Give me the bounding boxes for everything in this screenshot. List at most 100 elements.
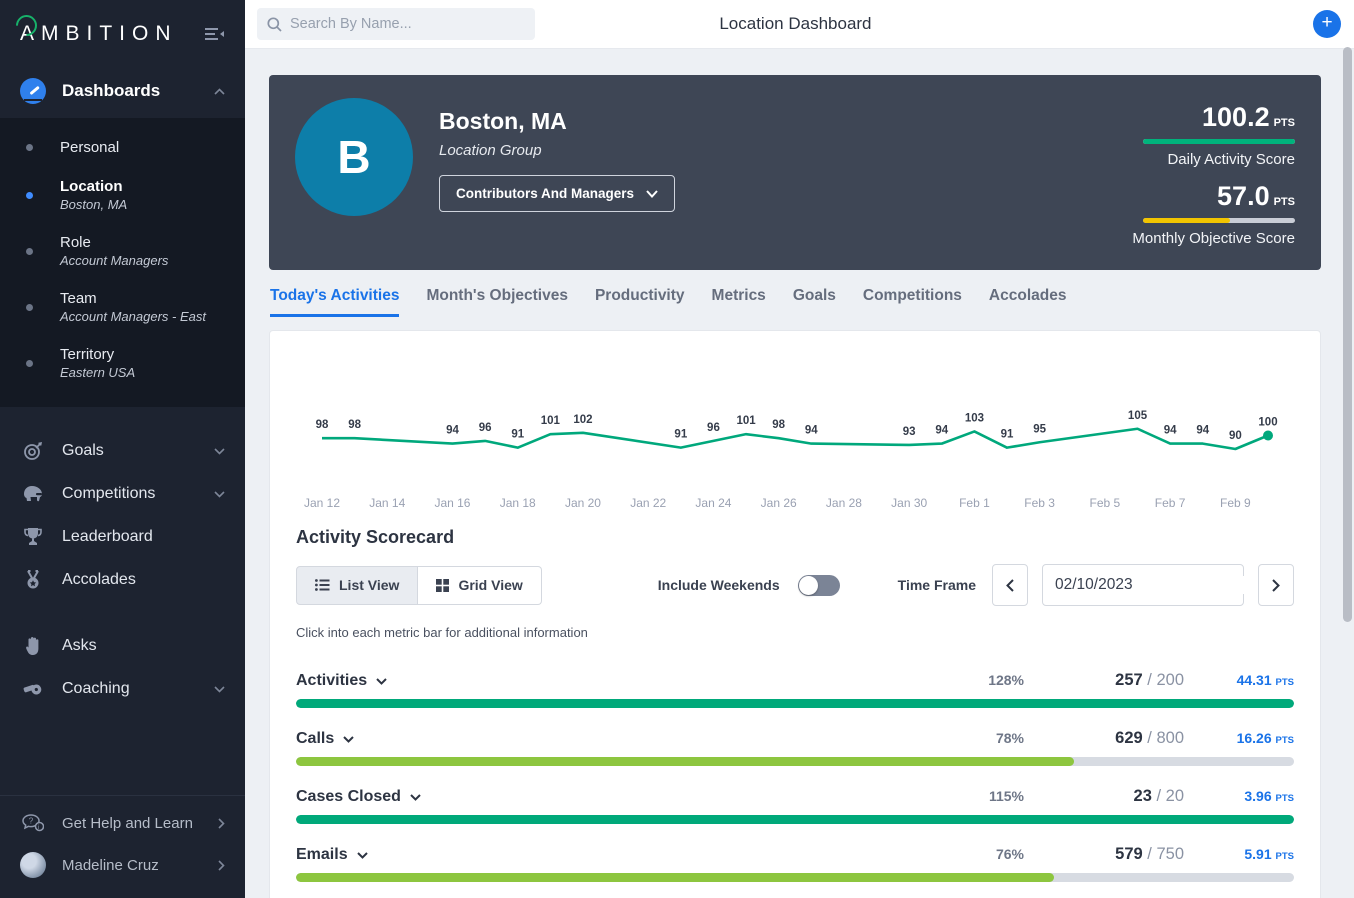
tab-competitions[interactable]: Competitions: [863, 287, 962, 317]
get-help-item[interactable]: i? Get Help and Learn: [0, 804, 245, 842]
sidebar-item-personal[interactable]: Personal: [0, 128, 245, 167]
point-value-label: 91: [1001, 429, 1014, 441]
point-value-label: 98: [772, 419, 785, 431]
sidebar-collapse-icon[interactable]: [203, 26, 225, 42]
point-value-label: 94: [1196, 425, 1209, 437]
bullet-icon: [26, 247, 33, 255]
search-input[interactable]: [290, 16, 510, 32]
sidebar-footer: i? Get Help and Learn Madeline Cruz: [0, 795, 245, 898]
grid-view-icon: [436, 578, 450, 592]
sidebar: AMBITION Dashboards Personal Location Bo…: [0, 0, 245, 898]
prev-day-button[interactable]: [992, 564, 1028, 606]
scorecard-controls: List View Grid View Include Weekends Tim…: [296, 564, 1294, 606]
sidebar-item-territory[interactable]: Territory Eastern USA: [0, 335, 245, 391]
date-input[interactable]: [1055, 576, 1255, 594]
topbar: Location Dashboard +: [245, 0, 1354, 49]
metric-list: Activities 128% 257 / 200 44.31 PTS Call…: [296, 671, 1294, 882]
add-button[interactable]: +: [1313, 10, 1341, 38]
metric-bar[interactable]: [296, 815, 1294, 824]
metric-value: 579 / 750: [1115, 845, 1184, 863]
point-value-label: 103: [965, 412, 984, 424]
hand-icon: [20, 636, 46, 656]
metric-bar[interactable]: [296, 873, 1294, 882]
sidebar-item-role[interactable]: Role Account Managers: [0, 223, 245, 279]
tab-accolades[interactable]: Accolades: [989, 287, 1067, 317]
include-weekends-label: Include Weekends: [657, 577, 780, 593]
x-axis-tick-label: Feb 5: [1090, 496, 1121, 510]
metric-row-emails[interactable]: Emails 76% 579 / 750 5.91 PTS: [296, 845, 1294, 882]
metric-bar[interactable]: [296, 757, 1294, 766]
location-name: Boston, MA: [439, 108, 567, 134]
app-root: AMBITION Dashboards Personal Location Bo…: [0, 0, 1354, 898]
metric-points: 44.31 PTS: [1236, 672, 1294, 688]
point-value-label: 105: [1128, 410, 1148, 422]
metric-value: 257 / 200: [1115, 671, 1184, 689]
sidebar-item-location[interactable]: Location Boston, MA: [0, 167, 245, 223]
point-value-label: 90: [1229, 430, 1242, 442]
point-value-label: 98: [348, 419, 361, 431]
location-type: Location Group: [439, 142, 542, 159]
point-value-label: 98: [316, 419, 329, 431]
activity-card: 98 98 94 96 91 101 102 91 96 101 98 94 93 94 103 91 95 10…: [269, 330, 1321, 898]
metric-percent: 128%: [988, 672, 1024, 688]
group-selector-button[interactable]: Contributors And Managers: [439, 175, 676, 212]
tab-metrics[interactable]: Metrics: [712, 287, 766, 317]
tab-todays-activities[interactable]: Today's Activities: [270, 287, 400, 317]
scrollbar-thumb[interactable]: [1343, 47, 1352, 622]
chevron-down-icon[interactable]: [410, 793, 421, 801]
metric-row-calls[interactable]: Calls 78% 629 / 800 16.26 PTS: [296, 729, 1294, 766]
sidebar-item-competitions[interactable]: Competitions: [0, 473, 245, 515]
point-value-label: 102: [573, 414, 592, 426]
tab-productivity[interactable]: Productivity: [595, 287, 685, 317]
date-picker[interactable]: [1042, 564, 1279, 606]
point-value-label: 101: [736, 415, 756, 427]
metric-row-cases-closed[interactable]: Cases Closed 115% 23 / 20 3.96 PTS: [296, 787, 1294, 824]
search-box[interactable]: [257, 8, 535, 40]
tab-goals[interactable]: Goals: [793, 287, 836, 317]
bullet-icon-active: [26, 191, 33, 199]
tab-months-objectives[interactable]: Month's Objectives: [426, 287, 568, 317]
scorecard-hint: Click into each metric bar for additiona…: [296, 625, 588, 640]
ambition-logo: AMBITION: [20, 22, 178, 45]
grid-view-button[interactable]: Grid View: [418, 565, 542, 605]
point-value-label: 101: [541, 415, 561, 427]
sidebar-item-coaching[interactable]: Coaching: [0, 668, 245, 710]
chevron-down-icon[interactable]: [343, 735, 354, 743]
next-day-button[interactable]: [1258, 564, 1294, 606]
bullet-icon: [26, 144, 33, 151]
chevron-down-icon[interactable]: [356, 851, 368, 859]
x-axis-tick-label: Jan 18: [500, 496, 536, 510]
list-view-button[interactable]: List View: [296, 565, 419, 605]
user-menu-item[interactable]: Madeline Cruz: [0, 842, 245, 888]
metric-points: 5.91 PTS: [1244, 846, 1294, 862]
chevron-down-icon: [646, 189, 658, 198]
metric-bar[interactable]: [296, 699, 1294, 708]
chevron-down-icon: [214, 447, 225, 455]
point-value-label: 100: [1258, 417, 1277, 429]
main-area: Location Dashboard + B Boston, MA Locati…: [245, 0, 1354, 898]
view-toggle: List View Grid View: [296, 565, 542, 605]
daily-score-bar: [1143, 139, 1295, 144]
sidebar-item-goals[interactable]: Goals: [0, 429, 245, 473]
sidebar-item-dashboards[interactable]: Dashboards: [0, 64, 245, 118]
metric-row-activities[interactable]: Activities 128% 257 / 200 44.31 PTS: [296, 671, 1294, 708]
x-axis-tick-label: Jan 28: [826, 496, 862, 510]
point-value-label: 94: [1164, 425, 1177, 437]
sidebar-item-asks[interactable]: Asks: [0, 624, 245, 668]
dashboards-submenu: Personal Location Boston, MA Role Accoun…: [0, 118, 245, 407]
chevron-right-icon: [218, 859, 225, 871]
whistle-icon: [20, 681, 46, 697]
scrollbar[interactable]: [1343, 47, 1352, 898]
chevron-down-icon[interactable]: [376, 677, 387, 685]
x-axis-tick-label: Jan 30: [891, 496, 927, 510]
monthly-objective-score: 57.0 PTS Monthly Objective Score: [1132, 181, 1295, 247]
metric-percent: 115%: [988, 788, 1024, 804]
metric-percent: 76%: [995, 846, 1024, 862]
sidebar-item-accolades[interactable]: Accolades: [0, 558, 245, 602]
sidebar-item-leaderboard[interactable]: Leaderboard: [0, 515, 245, 558]
x-axis-tick-label: Jan 20: [565, 496, 601, 510]
include-weekends-toggle[interactable]: [797, 574, 840, 596]
sidebar-item-team[interactable]: Team Account Managers - East: [0, 279, 245, 335]
trophy-icon: [20, 527, 46, 546]
dashboard-tabs: Today's Activities Month's Objectives Pr…: [269, 287, 1321, 317]
